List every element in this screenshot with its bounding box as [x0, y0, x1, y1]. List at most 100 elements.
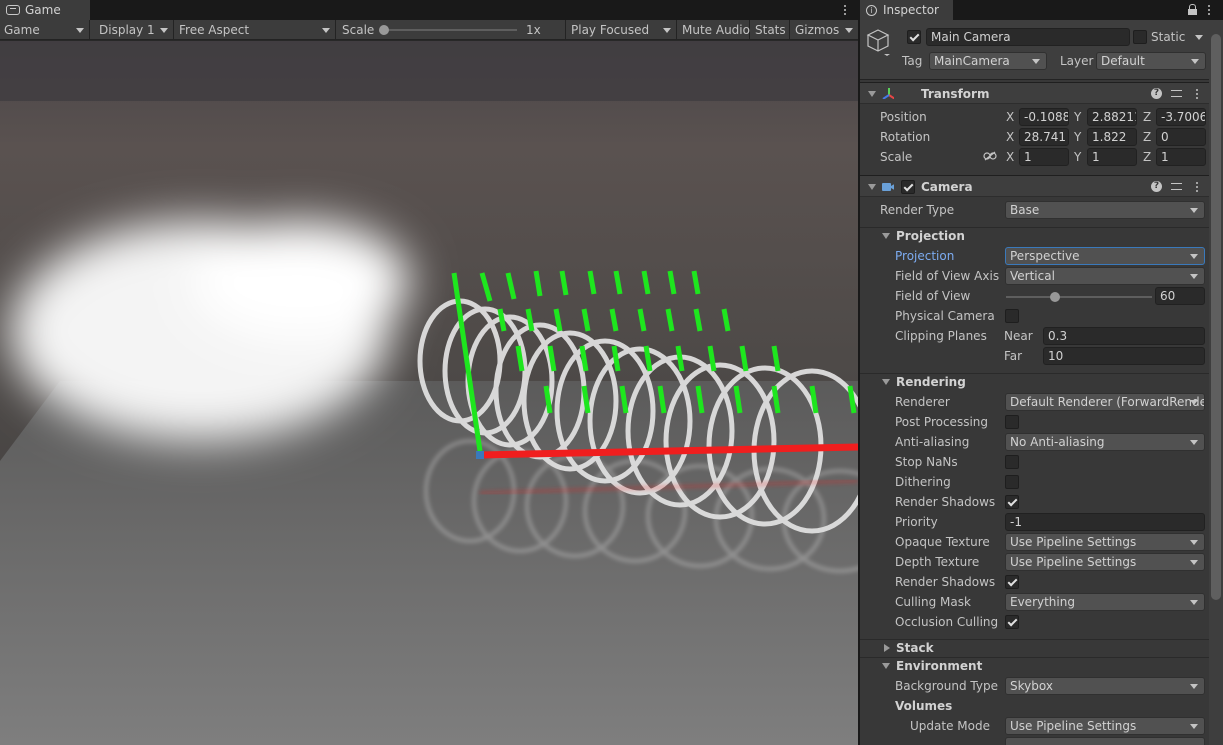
position-y-field[interactable]: 2.88211 [1087, 108, 1137, 126]
renderer-dropdown[interactable]: Default Renderer (ForwardRende [1005, 393, 1205, 411]
priority-field[interactable]: -1 [1005, 513, 1205, 531]
transform-menu-icon[interactable] [1195, 88, 1199, 100]
anti-aliasing-dropdown[interactable]: No Anti-aliasing [1005, 433, 1205, 451]
rotation-x-field[interactable]: 28.741 [1019, 128, 1069, 146]
render-shadows-checkbox[interactable] [1005, 495, 1019, 509]
depth-texture-dropdown[interactable]: Use Pipeline Settings [1005, 553, 1205, 571]
rotation-z-label: Z [1143, 130, 1152, 144]
gizmos-dropdown[interactable]: Gizmos [791, 20, 858, 40]
tag-dropdown[interactable]: MainCamera [929, 52, 1047, 70]
static-dropdown-icon[interactable] [1195, 35, 1203, 40]
post-processing-checkbox[interactable] [1005, 415, 1019, 429]
chevron-down-icon [663, 28, 671, 33]
fov-axis-value: Vertical [1010, 269, 1055, 283]
stack-fold-icon[interactable] [884, 644, 890, 652]
camera-menu-icon[interactable] [1195, 181, 1199, 193]
partially-visible-dropdown[interactable] [1005, 737, 1205, 745]
render-type-dropdown[interactable]: Base [1005, 201, 1205, 219]
physical-camera-checkbox[interactable] [1005, 309, 1019, 323]
transform-title: Transform [921, 87, 990, 101]
fov-field[interactable]: 60 [1155, 287, 1205, 305]
dithering-checkbox[interactable] [1005, 475, 1019, 489]
background-type-dropdown[interactable]: Skybox [1005, 677, 1205, 695]
scale-x-field[interactable]: 1 [1019, 148, 1069, 166]
render-shadows-label: Render Shadows [895, 495, 996, 509]
lock-icon[interactable] [1188, 4, 1197, 15]
display-dropdown[interactable]: Display 1 [95, 20, 174, 40]
chevron-down-icon [160, 28, 168, 33]
rotation-y-label: Y [1074, 130, 1082, 144]
rotation-z-field[interactable]: 0 [1156, 128, 1206, 146]
far-field[interactable]: 10 [1043, 347, 1205, 365]
culling-mask-dropdown[interactable]: Everything [1005, 593, 1205, 611]
opaque-texture-label: Opaque Texture [895, 535, 990, 549]
inspector-tab-bar: i Inspector [860, 0, 1223, 20]
near-field[interactable]: 0.3 [1043, 327, 1205, 345]
position-x-field[interactable]: -0.1088 [1019, 108, 1069, 126]
scale-x-value: 1 [1024, 150, 1032, 164]
game-menu-icon[interactable] [843, 4, 847, 16]
object-name-field[interactable]: Main Camera [926, 28, 1130, 46]
ground-plane [0, 381, 858, 745]
occlusion-culling-checkbox[interactable] [1005, 615, 1019, 629]
play-mode-dropdown[interactable]: Play Focused [567, 20, 677, 40]
update-mode-dropdown[interactable]: Use Pipeline Settings [1005, 717, 1205, 735]
fov-slider-handle[interactable] [1050, 292, 1060, 302]
background-type-value: Skybox [1010, 679, 1053, 693]
camera-fold-icon[interactable] [868, 184, 876, 190]
presets-icon[interactable] [1171, 88, 1182, 99]
scale-z-field[interactable]: 1 [1156, 148, 1206, 166]
camera-icon [882, 183, 894, 191]
scale-slider[interactable] [382, 29, 517, 31]
camera-enabled-checkbox[interactable] [901, 180, 915, 194]
position-y-value: 2.88211 [1092, 110, 1137, 124]
rendering-fold-icon[interactable] [882, 379, 890, 385]
projection-dropdown[interactable]: Perspective [1005, 247, 1205, 265]
position-z-field[interactable]: -3.7006 [1156, 108, 1206, 126]
opaque-texture-dropdown[interactable]: Use Pipeline Settings [1005, 533, 1205, 551]
game-viewport[interactable] [0, 41, 858, 745]
render-shadows-2-checkbox[interactable] [1005, 575, 1019, 589]
static-checkbox[interactable] [1133, 30, 1147, 44]
sky-top-band [0, 41, 858, 101]
culling-mask-value: Everything [1010, 595, 1075, 609]
help-icon[interactable]: ? [1151, 88, 1162, 99]
scale-control[interactable]: Scale 1x [338, 20, 566, 40]
presets-icon[interactable] [1171, 181, 1182, 192]
inspector-menu-icon[interactable] [1207, 4, 1211, 16]
scale-label: Scale [880, 150, 913, 164]
chevron-down-icon [1190, 684, 1198, 689]
stack-section-title[interactable]: Stack [896, 641, 934, 655]
environment-fold-icon[interactable] [882, 663, 890, 669]
mute-audio-button[interactable]: Mute Audio [678, 20, 750, 40]
tag-label: Tag [902, 54, 923, 68]
projection-fold-icon[interactable] [882, 233, 890, 239]
scale-y-field[interactable]: 1 [1087, 148, 1137, 166]
tab-game[interactable]: Game [0, 0, 90, 20]
scale-slider-handle[interactable] [379, 25, 389, 35]
projection-section-title[interactable]: Projection [896, 229, 965, 243]
camera-header[interactable]: Camera ? [860, 175, 1223, 197]
environment-section-title[interactable]: Environment [896, 659, 982, 673]
transform-fold-icon[interactable] [868, 91, 876, 97]
position-x-value: -0.1088 [1024, 110, 1069, 124]
chevron-down-icon [1191, 59, 1199, 64]
stats-button[interactable]: Stats [751, 20, 790, 40]
render-type-value: Base [1010, 203, 1040, 217]
rendering-section-title[interactable]: Rendering [896, 375, 966, 389]
priority-value: -1 [1010, 515, 1022, 529]
fov-axis-dropdown[interactable]: Vertical [1005, 267, 1205, 285]
help-icon[interactable]: ? [1151, 181, 1162, 192]
tab-inspector[interactable]: i Inspector [860, 0, 953, 20]
link-icon[interactable] [983, 151, 997, 161]
game-mode-dropdown[interactable]: Game [0, 20, 90, 40]
stop-nans-checkbox[interactable] [1005, 455, 1019, 469]
transform-header[interactable]: Transform ? [860, 82, 1223, 104]
aspect-dropdown[interactable]: Free Aspect [175, 20, 336, 40]
fov-slider[interactable] [1006, 296, 1152, 298]
position-z-label: Z [1143, 110, 1152, 124]
rotation-y-field[interactable]: 1.822 [1087, 128, 1137, 146]
inspector-scrollbar-thumb[interactable] [1211, 34, 1221, 600]
object-active-checkbox[interactable] [907, 30, 921, 44]
layer-dropdown[interactable]: Default [1096, 52, 1206, 70]
